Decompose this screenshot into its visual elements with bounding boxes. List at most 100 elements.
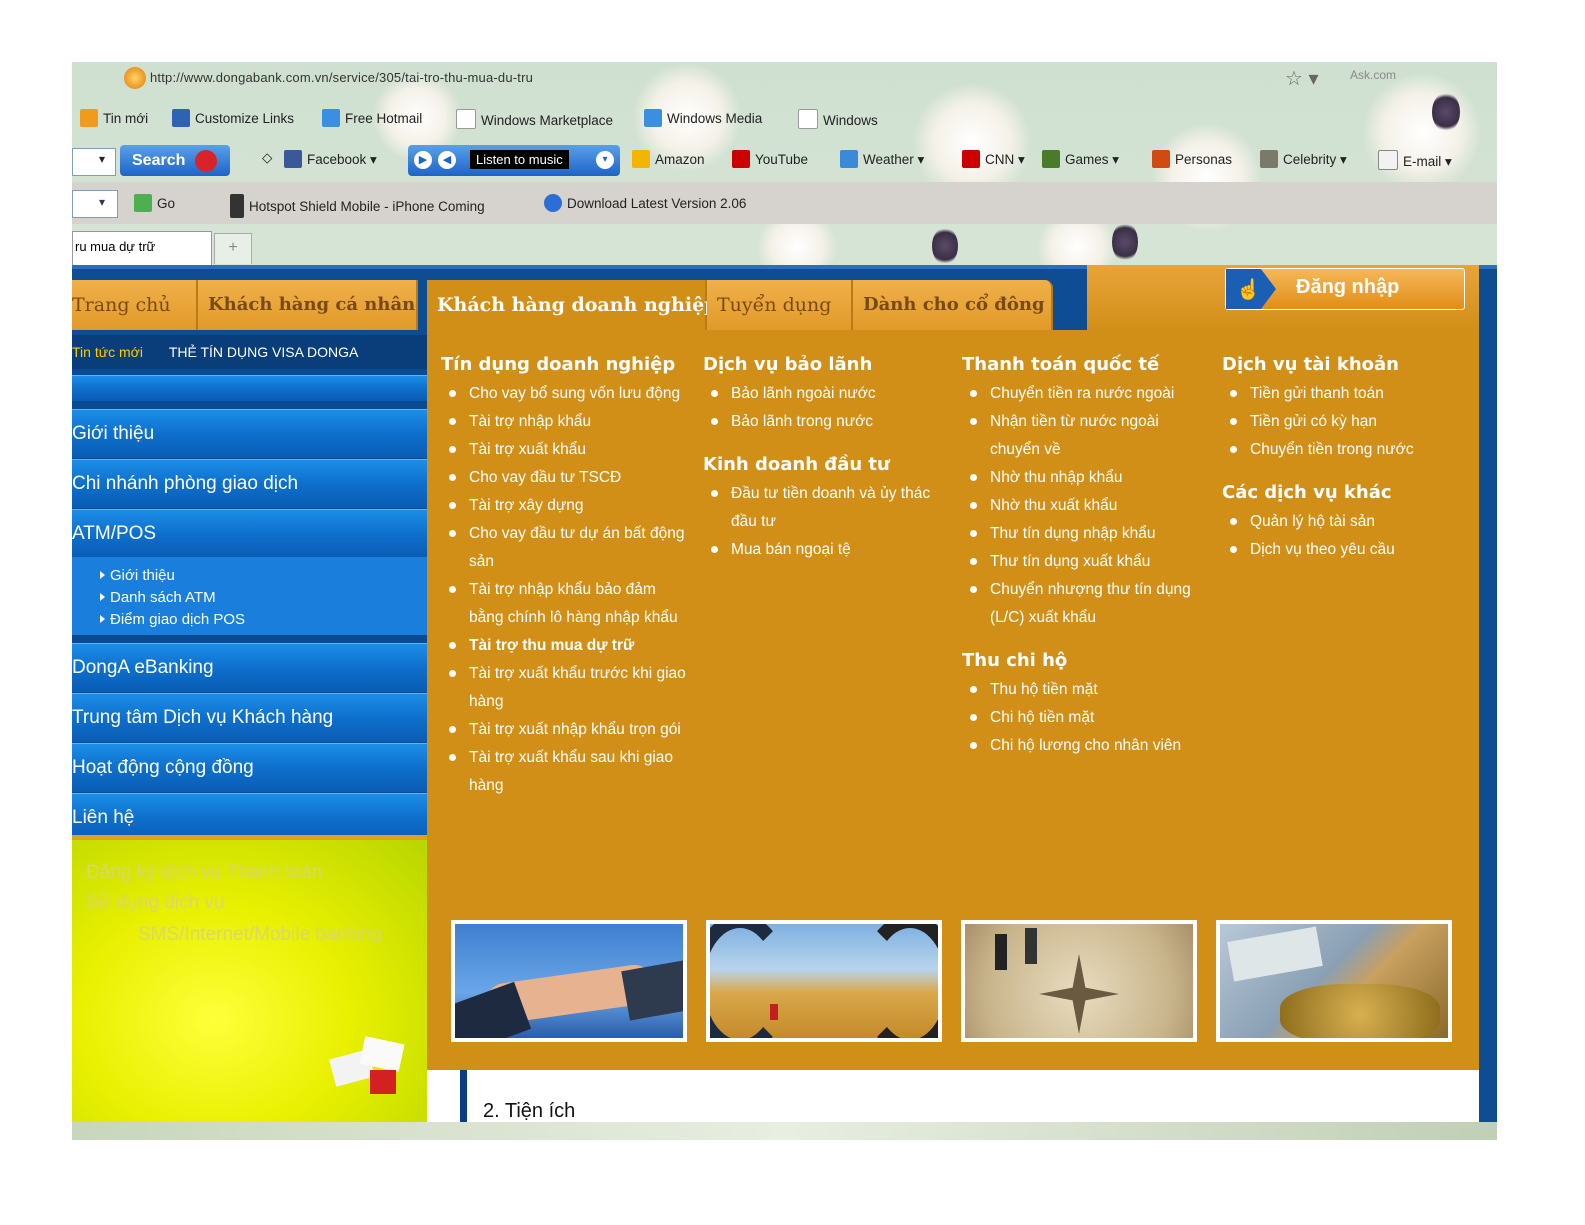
toolbar-item[interactable]: E-mail ▾	[1378, 150, 1452, 170]
play-icon[interactable]: ▶	[414, 151, 432, 169]
link-item[interactable]: Free Hotmail	[322, 109, 422, 127]
menu-item[interactable]: Thu hộ tiền mặt	[970, 676, 1202, 704]
sidebar-item-intro[interactable]: Giới thiệu	[72, 409, 427, 458]
menu-item[interactable]: Tài trợ nhập khẩu bảo đảm bằng chính lô …	[449, 576, 691, 632]
news-ticker[interactable]: Tin tức mới THẺ TÍN DỤNG VISA DONGA	[72, 335, 427, 369]
menu-item[interactable]: Nhờ thu nhập khẩu	[970, 464, 1202, 492]
menu-item[interactable]: Mua bán ngoại tệ	[711, 536, 943, 564]
favorite-star-icon[interactable]: ☆ ▾	[1285, 66, 1319, 91]
link-item[interactable]: Windows Marketplace	[456, 109, 613, 129]
menu-item[interactable]: Tài trợ xuất nhập khẩu trọn gói	[449, 716, 691, 744]
promo-line: Sử dụng dịch vụ	[86, 892, 225, 913]
browser-tab-active[interactable]: ru mua dự trữ	[72, 231, 212, 265]
menu-item[interactable]: Thư tín dụng xuất khẩu	[970, 548, 1202, 576]
menu-heading[interactable]: Kinh doanh đầu tư	[703, 450, 943, 480]
menu-heading[interactable]: Dịch vụ bảo lãnh	[703, 350, 943, 380]
menu-item[interactable]: Nhờ thu xuất khẩu	[970, 492, 1202, 520]
login-button[interactable]: ☝ Đăng nhập	[1225, 268, 1465, 310]
menu-item[interactable]: Đầu tư tiền doanh và ủy thác đầu tư	[711, 480, 943, 536]
link-item[interactable]: Windows	[798, 109, 878, 129]
ticker-text[interactable]: THẺ TÍN DỤNG VISA DONGA	[169, 344, 359, 360]
compass-photo[interactable]	[961, 920, 1197, 1042]
sidebar-item-community[interactable]: Hoạt động cộng đồng	[72, 743, 427, 792]
search-button[interactable]: Search	[120, 145, 230, 176]
menu-item[interactable]: Bảo lãnh ngoài nước	[711, 380, 943, 408]
new-tab-button[interactable]: +	[214, 233, 252, 264]
menu-item[interactable]: Cho vay đầu tư dự án bất động sản	[449, 520, 691, 576]
menu-item[interactable]: Nhận tiền từ nước ngoài chuyển về	[970, 408, 1202, 464]
volume-icon[interactable]: ◀	[438, 151, 456, 169]
nav-personal[interactable]: Khách hàng cá nhân	[198, 280, 418, 330]
sidebar-item-customer-center[interactable]: Trung tâm Dịch vụ Khách hàng	[72, 693, 427, 742]
toolbar-item[interactable]: CNN ▾	[962, 150, 1025, 168]
promo-banner[interactable]: Đăng ký dịch vụ Thanh toán Sử dụng dịch …	[72, 840, 427, 1140]
pipe-shape	[860, 924, 938, 1038]
submenu-item[interactable]: Điểm giao dịch POS	[72, 609, 427, 631]
pipe-shape	[710, 924, 790, 1038]
toolbar-item[interactable]: Weather ▾	[840, 150, 924, 168]
menu-item[interactable]: Quản lý hộ tài sản	[1230, 508, 1462, 536]
search-engine-box[interactable]: Ask.com	[1350, 68, 1396, 82]
go-button[interactable]: Go	[134, 194, 175, 212]
toolbar-item[interactable]: Facebook ▾	[284, 150, 377, 168]
menu-item[interactable]: Dịch vụ theo yêu cầu	[1230, 536, 1462, 564]
section-heading: 2. Tiện ích	[483, 1100, 576, 1122]
money-photo[interactable]	[1216, 920, 1452, 1042]
menu-item[interactable]: Tiền gửi có kỳ hạn	[1230, 408, 1462, 436]
menu-item[interactable]: Thư tín dụng nhập khẩu	[970, 520, 1202, 548]
nav-home[interactable]: Trang chủ	[72, 280, 198, 330]
url-field[interactable]: http://www.dongabank.com.vn/service/305/…	[150, 70, 533, 85]
chevron-down-icon[interactable]: ▾	[596, 151, 614, 169]
submenu-item[interactable]: Danh sách ATM	[72, 587, 427, 609]
sidebar-item-ebanking[interactable]: DongA eBanking	[72, 643, 427, 692]
menu-item[interactable]: Chi hộ lương cho nhân viên	[970, 732, 1202, 760]
menu-item[interactable]: Tài trợ nhập khẩu	[449, 408, 691, 436]
toolbar-item[interactable]: YouTube	[732, 150, 808, 168]
sidebar-item-branches[interactable]: Chi nhánh phòng giao dịch	[72, 459, 427, 508]
toolbar-dropdown[interactable]: ▾	[72, 190, 118, 218]
menu-item[interactable]: Tiền gửi thanh toán	[1230, 380, 1462, 408]
nav-business[interactable]: Khách hàng doanh nghiệp	[427, 280, 718, 330]
menu-heading[interactable]: Các dịch vụ khác	[1222, 478, 1462, 508]
menu-item[interactable]: Tài trợ xuất khẩu	[449, 436, 691, 464]
toolbar-dropdown[interactable]: ▾	[72, 148, 116, 176]
menu-item[interactable]: Tài trợ xây dựng	[449, 492, 691, 520]
link-item[interactable]: Windows Media	[644, 109, 762, 127]
menu-item[interactable]: Cho vay bổ sung vốn lưu động	[449, 380, 691, 408]
menu-item[interactable]: Chuyển tiền trong nước	[1230, 436, 1462, 464]
menu-item[interactable]: Tài trợ xuất khẩu trước khi giao hàng	[449, 660, 691, 716]
promo-line: Đăng ký dịch vụ Thanh toán	[86, 862, 323, 883]
menu-item[interactable]: Chuyển tiền ra nước ngoài	[970, 380, 1202, 408]
cnn-icon	[962, 150, 980, 168]
nav-shareholders[interactable]: Dành cho cổ đông	[853, 280, 1053, 330]
menu-item[interactable]: Bảo lãnh trong nước	[711, 408, 943, 436]
menu-item[interactable]: Tài trợ xuất khẩu sau khi giao hàng	[449, 744, 691, 800]
menu-item[interactable]: Cho vay đầu tư TSCĐ	[449, 464, 691, 492]
toolbar-item[interactable]: Hotspot Shield Mobile - iPhone Coming	[230, 194, 485, 218]
nav-careers[interactable]: Tuyển dụng	[707, 280, 853, 330]
menu-item[interactable]: Chuyển nhượng thư tín dụng (L/C) xuất kh…	[970, 576, 1202, 632]
toolbar-item[interactable]: Games ▾	[1042, 150, 1119, 168]
menu-heading[interactable]: Dịch vụ tài khoản	[1222, 350, 1462, 380]
menu-heading[interactable]: Tín dụng doanh nghiệp	[441, 350, 691, 380]
banknote-shape	[1227, 926, 1323, 982]
submenu-item[interactable]: Giới thiệu	[72, 565, 427, 587]
floral-background-strip	[72, 1122, 1497, 1140]
menu-col-account: Dịch vụ tài khoản Tiền gửi thanh toán Ti…	[1222, 350, 1462, 578]
chevron-down-icon: ▾	[99, 195, 106, 209]
menu-heading[interactable]: Thu chi hộ	[962, 646, 1202, 676]
chevron-down-icon: ▾	[99, 152, 106, 166]
menu-heading[interactable]: Thanh toán quốc tế	[962, 350, 1202, 380]
link-item[interactable]: Tin mới	[80, 109, 148, 127]
menu-item[interactable]: Chi hộ tiền mặt	[970, 704, 1202, 732]
toolbar-item[interactable]: Download Latest Version 2.06	[544, 194, 746, 212]
toolbar-item[interactable]: Amazon	[632, 150, 705, 168]
link-item[interactable]: Customize Links	[172, 109, 294, 127]
toolbar-item[interactable]: Celebrity ▾	[1260, 150, 1347, 168]
handshake-photo[interactable]	[451, 920, 687, 1042]
listen-music-widget[interactable]: ▶ ◀ Listen to music ▾	[408, 145, 620, 176]
menu-item-current[interactable]: Tài trợ thu mua dự trữ	[449, 632, 691, 660]
wind-farm-photo[interactable]	[706, 920, 942, 1042]
toolbar-item[interactable]: Personas	[1152, 150, 1232, 168]
sidebar-item-atm-pos[interactable]: ATM/POS	[72, 509, 427, 558]
